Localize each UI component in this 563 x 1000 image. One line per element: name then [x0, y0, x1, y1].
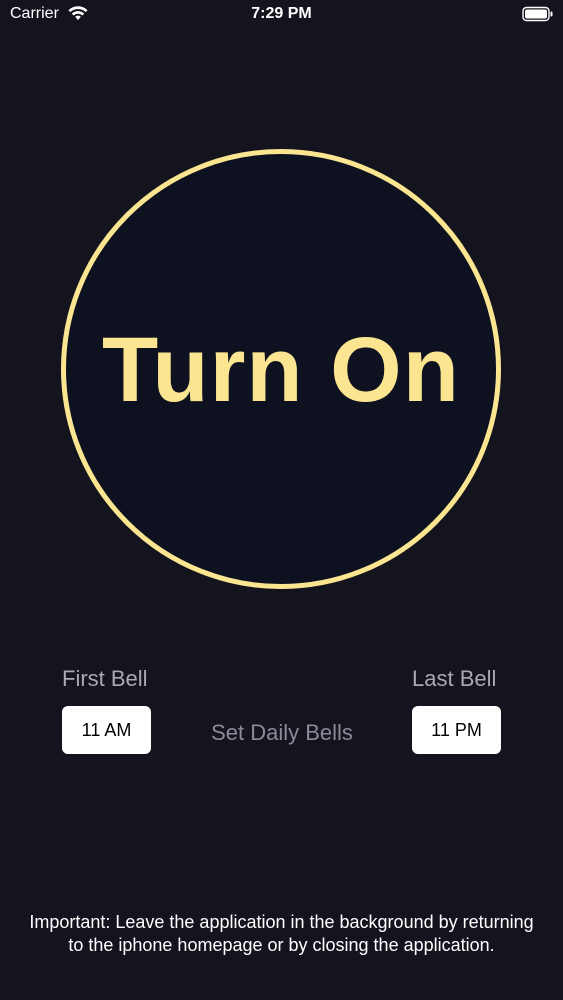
- first-bell-time-picker[interactable]: 11 AM: [62, 706, 151, 754]
- last-bell-time-value: 11 PM: [431, 719, 482, 740]
- background-notice: Important: Leave the application in the …: [29, 912, 534, 955]
- first-bell-label: First Bell: [62, 666, 148, 691]
- last-bell-label: Last Bell: [412, 666, 497, 691]
- turn-on-button[interactable]: Turn On: [61, 149, 501, 589]
- first-bell-time-value: 11 AM: [81, 719, 132, 740]
- status-time: 7:29 PM: [251, 5, 312, 22]
- status-bar: Carrier 7:29 PM: [0, 0, 563, 30]
- set-daily-bells-button[interactable]: Set Daily Bells: [182, 720, 382, 746]
- last-bell-time-picker[interactable]: 11 PM: [412, 706, 501, 754]
- turn-on-label: Turn On: [102, 318, 460, 421]
- battery-icon: [522, 6, 554, 22]
